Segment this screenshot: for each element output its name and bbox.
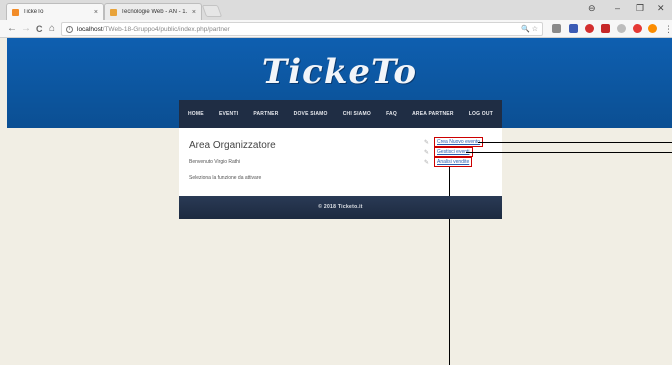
site-footer: © 2018 Ticketo.it xyxy=(179,196,502,219)
tab-close-icon[interactable]: × xyxy=(192,9,196,16)
address-bar[interactable]: i localhost /TWeb-18-Gruppo4/public/inde… xyxy=(61,22,543,36)
close-window-button[interactable]: ✕ xyxy=(657,3,665,14)
forward-button[interactable]: → xyxy=(21,22,31,36)
menu-item-partner[interactable]: PARTNER xyxy=(253,111,278,117)
unibo-favicon-icon xyxy=(110,8,117,16)
back-button[interactable]: ← xyxy=(7,22,17,36)
annotation-line xyxy=(466,152,672,153)
reload-button[interactable]: C xyxy=(36,22,43,36)
extension-icon[interactable] xyxy=(617,24,626,33)
pencil-icon: ✎ xyxy=(424,139,430,146)
extension-icon[interactable] xyxy=(601,24,610,33)
extension-icon[interactable] xyxy=(569,24,578,33)
menu-item-chi-siamo[interactable]: CHI SIAMO xyxy=(343,111,371,117)
menu-item-area-partner[interactable]: AREA PARTNER xyxy=(412,111,454,117)
action-row-create: ✎ Crea Nuovo evento xyxy=(424,137,484,147)
annotation-line xyxy=(478,142,672,143)
welcome-text: Benvenuto Virgio Rathi xyxy=(189,159,241,165)
action-row-sales: ✎ Analisi vendite xyxy=(424,157,473,167)
tab-title: Tecnologie Web - AN - 1. xyxy=(121,9,188,15)
pencil-icon: ✎ xyxy=(424,159,430,166)
account-icon[interactable]: ⊖ xyxy=(588,3,596,14)
menu-item-home[interactable]: HOME xyxy=(188,111,204,117)
menu-item-eventi[interactable]: EVENTI xyxy=(219,111,238,117)
site-logo[interactable]: TickeTo xyxy=(7,52,672,92)
extension-icon[interactable] xyxy=(552,24,561,33)
browser-tab-bar: TickeTo × Tecnologie Web - AN - 1. × ⊖ –… xyxy=(0,0,672,20)
instruction-text: Seleziona la funzione da attivare xyxy=(189,175,262,181)
pencil-icon: ✎ xyxy=(424,149,430,156)
extension-icon[interactable] xyxy=(633,24,642,33)
tab-close-icon[interactable]: × xyxy=(94,9,98,16)
ticketo-favicon-icon xyxy=(12,8,19,16)
page-title: Area Organizzatore xyxy=(189,140,276,151)
create-event-link[interactable]: Crea Nuovo evento xyxy=(434,137,484,147)
url-path: /TWeb-18-Gruppo4/public/index.php/partne… xyxy=(102,25,230,33)
tab-tecnologie-web[interactable]: Tecnologie Web - AN - 1. × xyxy=(104,3,202,20)
browser-toolbar: ← → C ⌂ i localhost /TWeb-18-Gruppo4/pub… xyxy=(0,20,672,38)
extension-icon[interactable] xyxy=(585,24,594,33)
new-tab-button[interactable] xyxy=(201,5,223,17)
main-menu: HOME EVENTI PARTNER DOVE SIAMO CHI SIAMO… xyxy=(179,100,502,128)
tab-title: TickeTo xyxy=(23,9,44,15)
home-button[interactable]: ⌂ xyxy=(49,22,55,36)
sales-analysis-link[interactable]: Analisi vendite xyxy=(434,157,473,167)
restore-button[interactable]: ❐ xyxy=(636,3,644,14)
extension-icon[interactable] xyxy=(648,24,657,33)
site-info-icon[interactable]: i xyxy=(66,25,73,33)
browser-menu-icon[interactable]: ⋮ xyxy=(664,22,672,36)
menu-item-faq[interactable]: FAQ xyxy=(386,111,397,117)
menu-item-log-out[interactable]: LOG OUT xyxy=(469,111,493,117)
zoom-bookmark-icons[interactable]: 🔍 ☆ xyxy=(521,25,538,33)
tab-ticketo[interactable]: TickeTo × xyxy=(6,3,104,20)
url-host: localhost xyxy=(77,25,103,33)
menu-item-dove-siamo[interactable]: DOVE SIAMO xyxy=(294,111,328,117)
minimize-button[interactable]: – xyxy=(615,3,620,13)
